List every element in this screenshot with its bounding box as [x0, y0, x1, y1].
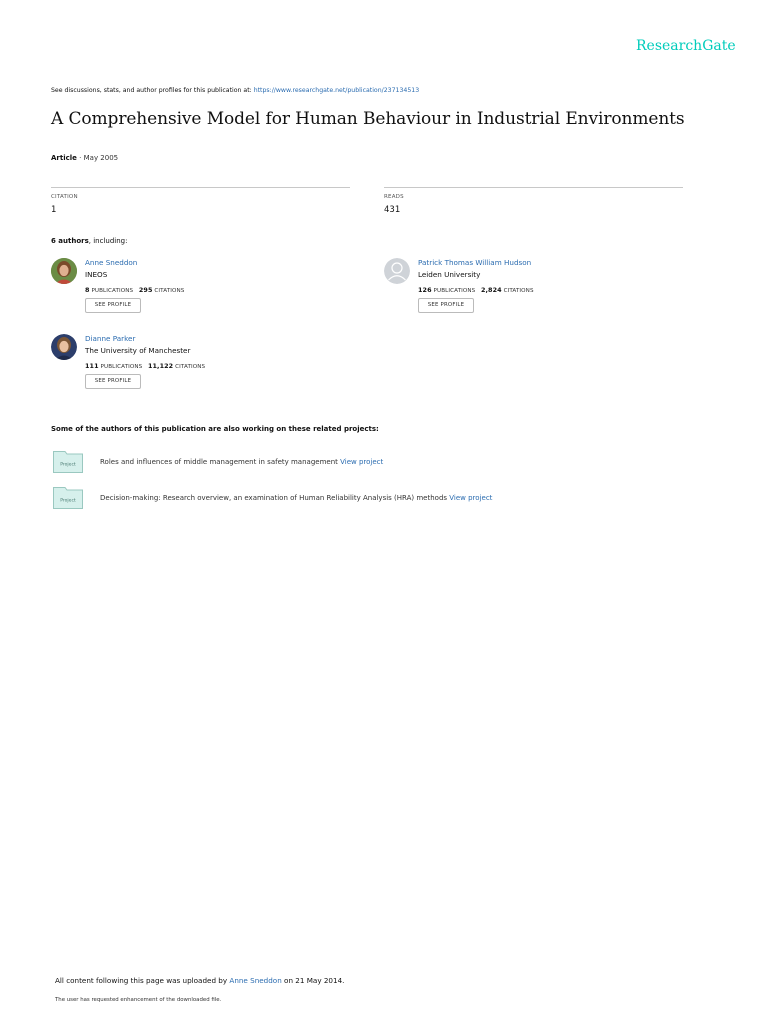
see-profile-button[interactable]: SEE PROFILE	[85, 374, 141, 389]
author-stats: 126 PUBLICATIONS 2,824 CITATIONS	[418, 286, 534, 294]
citations-label: CITATIONS	[154, 288, 185, 294]
project-folder-icon: Project	[53, 487, 83, 509]
view-project-link[interactable]: View project	[449, 494, 492, 502]
publication-url-link[interactable]: https://www.researchgate.net/publication…	[254, 87, 419, 94]
author-name-link[interactable]: Patrick Thomas William Hudson	[418, 258, 531, 267]
discussion-prefix: See discussions, stats, and author profi…	[51, 87, 254, 94]
upload-suffix: on 21 May 2014.	[281, 976, 345, 985]
citation-label: CITATION	[51, 194, 78, 200]
author-card: Anne Sneddon INEOS 8 PUBLICATIONS 295 CI…	[51, 258, 351, 318]
project-text: Roles and influences of middle managemen…	[100, 458, 383, 466]
citations-count: 11,122	[147, 362, 174, 370]
citations-count: 295	[138, 286, 153, 294]
author-institution: INEOS	[85, 270, 108, 279]
author-name-link[interactable]: Dianne Parker	[85, 334, 135, 343]
author-institution: Leiden University	[418, 270, 481, 279]
publications-count: 111	[85, 362, 99, 370]
citations-label: CITATIONS	[175, 364, 206, 370]
author-card: Dianne Parker The University of Manchest…	[51, 334, 351, 394]
see-profile-button[interactable]: SEE PROFILE	[418, 298, 474, 313]
author-photo-icon[interactable]	[51, 258, 77, 284]
researchgate-logo[interactable]: ResearchGate	[636, 38, 736, 54]
related-project: Project Roles and influences of middle m…	[51, 451, 651, 475]
author-stats: 111 PUBLICATIONS 11,122 CITATIONS	[85, 362, 205, 370]
project-icon-label: Project	[60, 462, 76, 468]
uploader-link[interactable]: Anne Sneddon	[229, 976, 281, 985]
enhancement-note: The user has requested enhancement of th…	[55, 997, 222, 1003]
author-institution: The University of Manchester	[85, 346, 191, 355]
publications-label: PUBLICATIONS	[91, 288, 134, 294]
author-photo-icon[interactable]	[51, 334, 77, 360]
related-projects-heading: Some of the authors of this publication …	[51, 425, 379, 433]
upload-prefix: All content following this page was uplo…	[55, 976, 230, 985]
citations-count: 2,824	[480, 286, 502, 294]
authors-heading: 6 authors, including:	[51, 237, 127, 245]
reads-label: READS	[384, 194, 404, 200]
publications-label: PUBLICATIONS	[100, 364, 143, 370]
citations-label: CITATIONS	[503, 288, 534, 294]
author-stats: 8 PUBLICATIONS 295 CITATIONS	[85, 286, 184, 294]
author-name-link[interactable]: Anne Sneddon	[85, 258, 137, 267]
discussion-line: See discussions, stats, and author profi…	[51, 87, 419, 94]
related-project: Project Decision-making: Research overvi…	[51, 487, 651, 511]
default-avatar-icon[interactable]	[384, 258, 410, 284]
citation-divider	[51, 187, 350, 188]
reads-value: 431	[384, 205, 401, 215]
project-title: Roles and influences of middle managemen…	[100, 458, 338, 466]
author-card: Patrick Thomas William Hudson Leiden Uni…	[384, 258, 684, 318]
upload-note: All content following this page was uplo…	[55, 976, 344, 985]
reads-divider	[384, 187, 683, 188]
see-profile-button[interactable]: SEE PROFILE	[85, 298, 141, 313]
view-project-link[interactable]: View project	[340, 458, 383, 466]
project-icon-label: Project	[60, 498, 76, 504]
publications-count: 126	[418, 286, 432, 294]
citation-value: 1	[51, 205, 57, 215]
project-folder-icon: Project	[53, 451, 83, 473]
publication-meta: Article · May 2005	[51, 154, 118, 162]
authors-suffix: , including:	[88, 237, 128, 245]
meta-separator: ·	[76, 154, 84, 162]
publications-label: PUBLICATIONS	[433, 288, 476, 294]
project-title: Decision-making: Research overview, an e…	[100, 494, 448, 502]
publication-title: A Comprehensive Model for Human Behaviou…	[51, 109, 685, 129]
publication-date: May 2005	[83, 154, 119, 162]
publication-type: Article	[51, 154, 77, 162]
authors-count: 6 authors	[51, 237, 89, 245]
project-text: Decision-making: Research overview, an e…	[100, 494, 492, 502]
publications-count: 8	[85, 286, 90, 294]
